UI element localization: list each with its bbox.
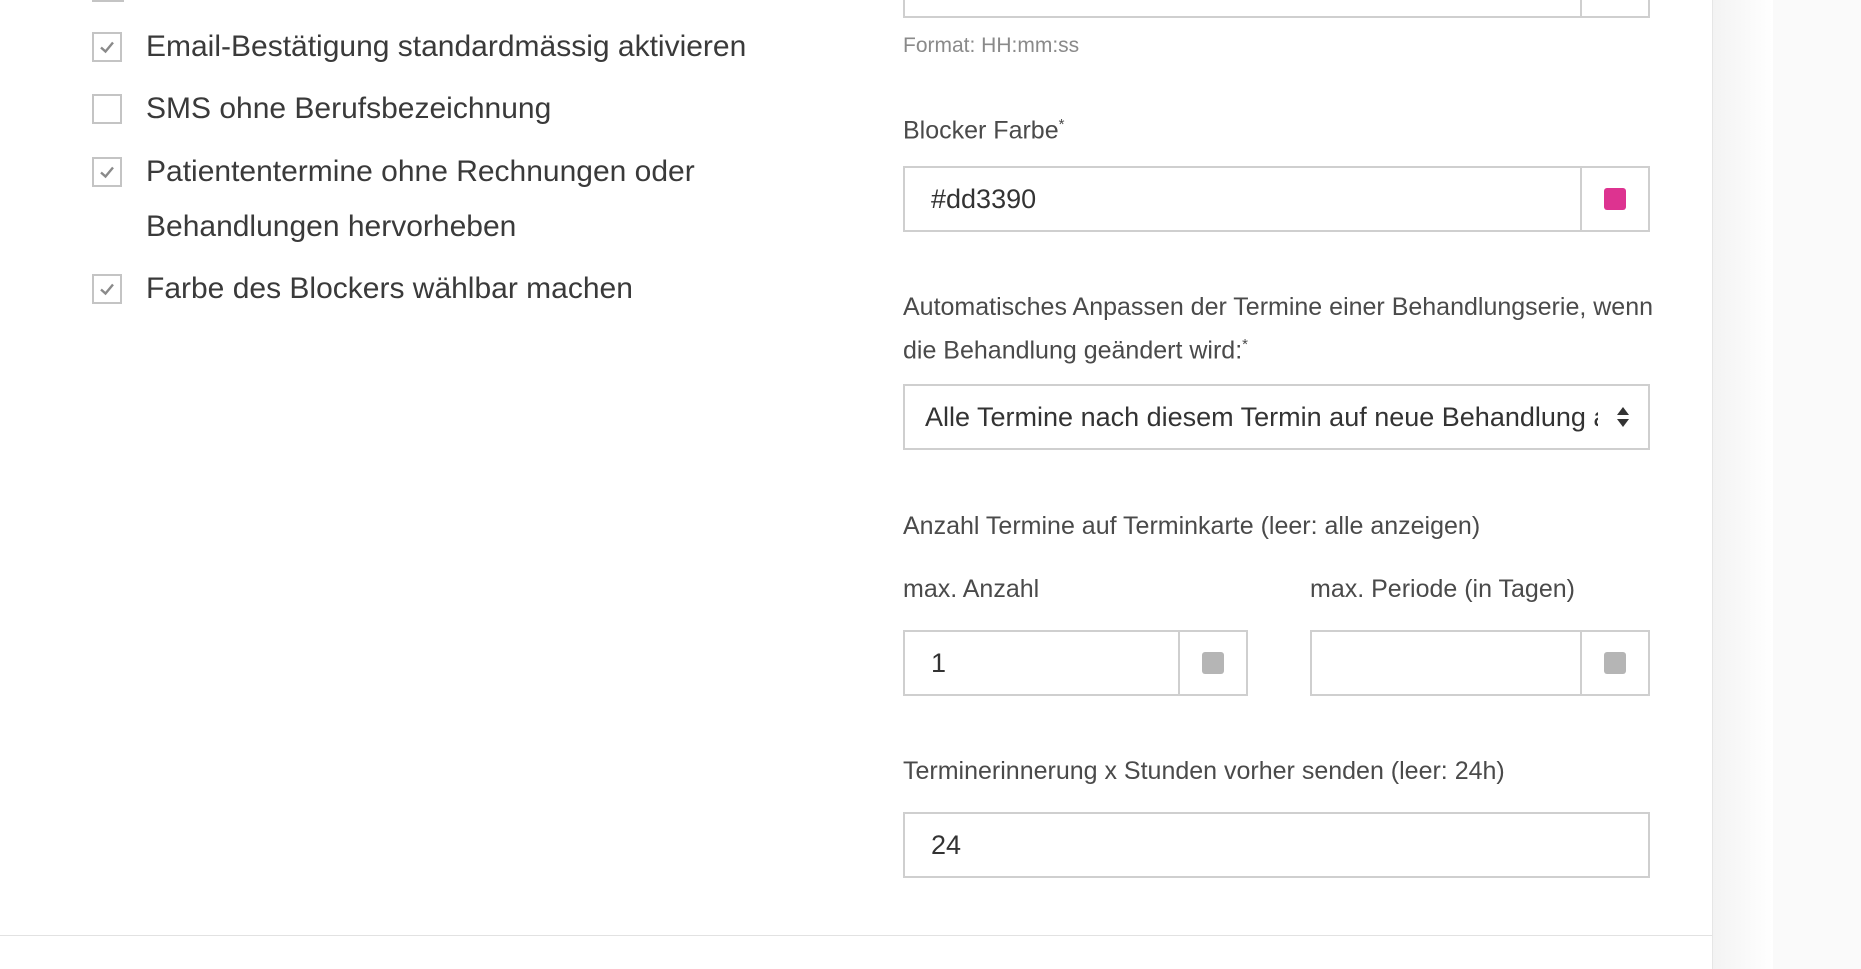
color-picker-button[interactable] [1580,168,1648,230]
series-adjust-selected: Alle Termine nach diesem Termin auf neue… [925,401,1598,432]
max-period-stepper[interactable] [1580,632,1648,694]
checkbox-label: Email-Bestätigung standardmässig aktivie… [146,30,747,63]
checkbox-box[interactable] [92,157,122,187]
series-adjust-label: Automatisches Anpassen der Termine einer… [903,293,1653,365]
reminder-label: Terminerinnerung x Stunden vorher senden… [903,757,1505,785]
checkbox-box[interactable] [92,32,122,62]
max-count-stepper[interactable] [1178,632,1246,694]
stepper-icon [1202,652,1224,674]
stepper-icon [1604,652,1626,674]
reminder-value: 24 [931,829,962,860]
checkbox-email-confirmation[interactable]: Email-Bestätigung standardmässig aktivie… [92,30,786,74]
check-icon [100,283,114,296]
blocker-color-input[interactable]: #dd3390 [903,166,1650,232]
checkbox-box[interactable] [92,274,122,304]
checkbox-sms-no-title[interactable]: SMS ohne Berufsbezeichnung [92,92,786,136]
checkbox-box[interactable] [92,94,122,124]
max-count-input[interactable]: 1 [903,630,1248,696]
time-input-addon[interactable] [1580,0,1648,16]
select-arrows-icon [1598,405,1648,429]
checkbox-blocker-color-selectable[interactable]: Farbe des Blockers wählbar machen [92,272,786,316]
time-format-hint: Format: HH:mm:ss [903,34,1080,57]
checkbox-label: Patiententermine ohne Rechnungen oder Be… [146,155,695,243]
checkbox-label: SMS ohne Berufsbezeichnung [146,92,552,125]
checkbox-clipped[interactable] [92,0,124,2]
reminder-input[interactable]: 24 [903,812,1650,878]
time-input[interactable] [903,0,1650,18]
checkbox-label: Farbe des Blockers wählbar machen [146,272,633,305]
checkbox-highlight-appointments[interactable]: Patiententermine ohne Rechnungen oder Be… [92,155,786,254]
max-period-label: max. Periode (in Tagen) [1310,575,1575,603]
blocker-color-label: Blocker Farbe* [903,116,1065,145]
series-adjust-select[interactable]: Alle Termine nach diesem Termin auf neue… [903,384,1650,450]
max-count-value: 1 [931,647,947,678]
check-icon [100,41,114,54]
page-background [1773,0,1861,969]
panel-divider [0,935,1712,936]
appointment-card-label: Anzahl Termine auf Terminkarte (leer: al… [903,512,1481,540]
max-count-label: max. Anzahl [903,575,1040,603]
blocker-color-value: #dd3390 [931,183,1037,214]
max-period-input[interactable] [1310,630,1650,696]
page-gutter [1713,0,1773,969]
check-icon [100,166,114,179]
color-swatch-icon [1604,188,1626,210]
